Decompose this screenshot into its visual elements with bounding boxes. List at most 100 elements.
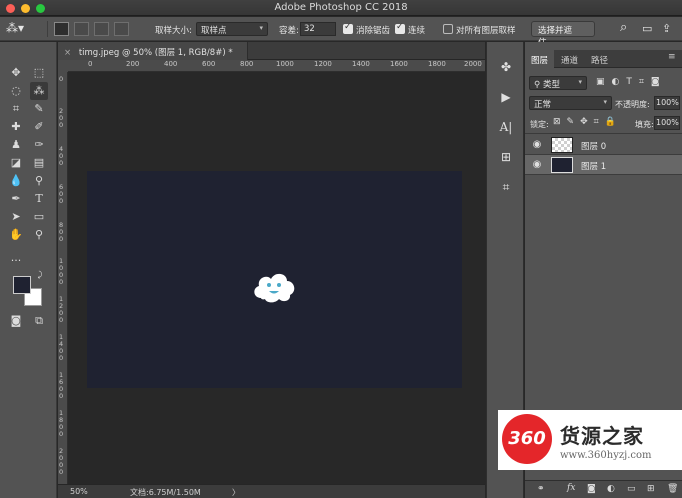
pen-tool-icon[interactable]: ✒ <box>7 190 25 208</box>
title-bar: Adobe Photoshop CC 2018 <box>0 0 682 16</box>
foreground-color-swatch[interactable] <box>13 276 31 294</box>
delete-layer-icon[interactable]: 🗑 <box>667 484 678 494</box>
layer-filter-label: 类型 <box>542 80 560 90</box>
tab-paths[interactable]: 路径 <box>585 50 614 68</box>
panel-menu-icon[interactable]: ≡ <box>668 52 676 62</box>
brush-tool-icon[interactable]: ✐ <box>30 118 48 136</box>
play-icon[interactable]: ▶ <box>497 88 515 106</box>
adjustment-layer-icon[interactable]: ◐ <box>607 484 615 494</box>
blur-tool-icon[interactable]: 💧 <box>7 172 25 190</box>
ruler-v-label: 1800 <box>59 409 64 438</box>
add-mask-icon[interactable]: ◙ <box>587 484 596 494</box>
move-tool-icon[interactable]: ✥ <box>7 64 25 82</box>
close-tab-icon[interactable]: × <box>64 48 71 58</box>
path-selection-tool-icon[interactable]: ➤ <box>7 208 25 226</box>
contiguous-label: 连续 <box>408 26 426 36</box>
opacity-input[interactable]: 100% <box>654 96 680 110</box>
sample-size-label: 取样大小: <box>155 26 192 36</box>
window-title: Adobe Photoshop CC 2018 <box>274 2 408 13</box>
horizontal-ruler[interactable]: 0 200 400 600 800 1000 1200 1400 1600 18… <box>68 60 485 72</box>
layer-filter-select[interactable]: ⚲ 类型 ▾ <box>529 76 587 90</box>
magic-wand-icon[interactable]: ⁂▾ <box>6 21 24 35</box>
vertical-ruler[interactable]: 0 200 400 600 800 1000 1200 1400 1600 18… <box>58 72 68 484</box>
marquee-tool-icon[interactable]: ⬚ <box>30 64 48 82</box>
sample-all-checkbox[interactable] <box>443 24 453 34</box>
status-menu-icon[interactable]: 〉 <box>232 487 240 498</box>
ruler-v-label: 1600 <box>59 371 64 400</box>
character-icon[interactable]: A| <box>497 118 515 136</box>
blend-mode-select[interactable]: 正常 ▾ <box>529 96 612 110</box>
watermark-url: www.360hyzj.com <box>560 450 652 461</box>
crop-tool-icon[interactable]: ⌗ <box>7 100 25 118</box>
hand-tool-icon[interactable]: ✋ <box>7 226 25 244</box>
ruler-origin[interactable] <box>58 60 68 72</box>
new-layer-icon[interactable]: ⊞ <box>647 484 655 494</box>
screen-mode-icon[interactable]: ⧉ <box>30 312 48 330</box>
ruler-h-label: 1600 <box>390 60 408 68</box>
dodge-tool-icon[interactable]: ⚲ <box>30 172 48 190</box>
eye-icon[interactable]: ◉ <box>531 139 543 151</box>
ruler-v-label: 0 <box>59 75 64 83</box>
ruler-v-label: 1000 <box>59 257 64 286</box>
layer-name[interactable]: 图层 1 <box>581 160 606 172</box>
eyedropper-tool-icon[interactable]: ✎ <box>30 100 48 118</box>
fill-label: 填充: <box>635 120 654 129</box>
ruler-v-label: 200 <box>59 107 64 129</box>
layer-row-0[interactable]: ◉ 图层 0 <box>525 135 682 155</box>
ruler-h-label: 600 <box>202 60 216 68</box>
document-tab[interactable]: × timg.jpeg @ 50% (图层 1, RGB/8#) * <box>58 42 248 60</box>
layer-row-1[interactable]: ◉ 图层 1 <box>525 155 682 175</box>
magic-wand-tool-icon[interactable]: ⁂ <box>30 82 48 100</box>
rectangle-tool-icon[interactable]: ▭ <box>30 208 48 226</box>
zoom-tool-icon[interactable]: ⚲ <box>30 226 48 244</box>
tolerance-input[interactable]: 32 <box>300 22 336 36</box>
add-selection-button[interactable] <box>74 22 89 36</box>
ruler-v-label: 2000 <box>59 447 64 476</box>
opacity-label: 不透明度: <box>615 100 650 109</box>
select-and-mask-button[interactable]: 选择并遮住... <box>531 21 595 48</box>
watermark-name: 货源之家 <box>560 424 644 448</box>
search-icon: ⚲ <box>534 80 541 90</box>
chevron-down-icon: ▾ <box>259 24 263 32</box>
new-group-icon[interactable]: ▭ <box>627 484 636 494</box>
eye-icon[interactable]: ◉ <box>531 159 543 171</box>
document-canvas[interactable] <box>87 171 462 388</box>
more-tools-icon[interactable]: ··· <box>7 252 25 270</box>
history-brush-tool-icon[interactable]: ✑ <box>30 136 48 154</box>
lock-icons[interactable]: ⊠✎✥⌗🔒 <box>553 117 622 127</box>
subtract-selection-button[interactable] <box>94 22 109 36</box>
sample-size-select[interactable]: 取样点 ▾ <box>196 22 268 36</box>
fill-input[interactable]: 100% <box>654 116 680 130</box>
link-layers-icon[interactable]: ⚭ <box>537 484 545 494</box>
crop-icon[interactable]: ⌗ <box>497 178 515 196</box>
ruler-h-label: 400 <box>164 60 178 68</box>
swap-colors-icon[interactable]: ⤸ <box>35 270 45 280</box>
ruler-h-label: 1200 <box>314 60 332 68</box>
type-tool-icon[interactable]: T <box>30 190 48 208</box>
ruler-h-label: 1000 <box>276 60 294 68</box>
tab-layers[interactable]: 图层 <box>525 50 555 68</box>
layer-style-icon[interactable]: fx <box>567 483 575 493</box>
adjustments-icon[interactable]: ⊞ <box>497 148 515 166</box>
quick-mask-icon[interactable]: ◙ <box>7 312 25 330</box>
puzzle-icon[interactable]: ✤ <box>497 58 515 76</box>
new-selection-button[interactable] <box>54 22 69 36</box>
ruler-h-label: 2000 <box>464 60 482 68</box>
contiguous-checkbox[interactable] <box>395 22 405 34</box>
workspace-icon[interactable]: ▭ <box>642 22 652 35</box>
intersect-selection-button[interactable] <box>114 22 129 36</box>
share-icon[interactable]: ⇪ <box>662 22 671 35</box>
search-icon[interactable]: ⌕ <box>620 20 627 35</box>
healing-brush-tool-icon[interactable]: ✚ <box>7 118 25 136</box>
antialias-checkbox[interactable] <box>343 22 353 34</box>
lasso-tool-icon[interactable]: ◌ <box>7 82 25 100</box>
zoom-level[interactable]: 50% <box>70 487 88 496</box>
layers-panel-footer: ⚭ fx ◙ ◐ ▭ ⊞ 🗑 <box>525 480 682 498</box>
clone-stamp-tool-icon[interactable]: ♟ <box>7 136 25 154</box>
antialias-label: 消除锯齿 <box>356 26 391 36</box>
eraser-tool-icon[interactable]: ◪ <box>7 154 25 172</box>
layer-name[interactable]: 图层 0 <box>581 140 606 152</box>
layer-filter-icons[interactable]: ▣◐T⌗◙ <box>596 77 667 87</box>
gradient-tool-icon[interactable]: ▤ <box>30 154 48 172</box>
tab-channels[interactable]: 通道 <box>555 50 584 68</box>
